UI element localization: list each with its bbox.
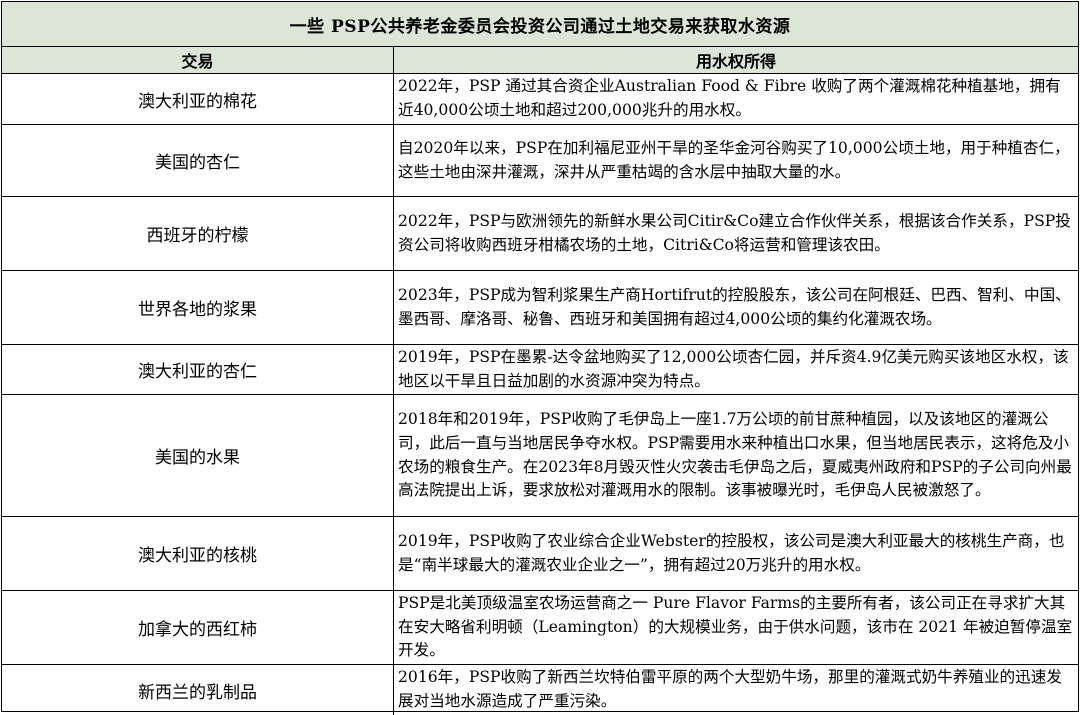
deal-cell: 美国的杏仁 [2, 125, 394, 196]
header-water-rights: 用水权所得 [695, 52, 776, 71]
table-row: 西班牙的柠檬 2022年，PSP与欧洲领先的新鲜水果公司Citir&Co建立合作… [2, 197, 1078, 271]
water-rights-cell: 自2020年以来，PSP在加利福尼亚州干旱的圣华金河谷购买了10,000公顷土地… [398, 138, 1070, 181]
deal-cell: 加拿大的西红柿 [2, 591, 394, 664]
table-row: 世界各地的浆果 2023年，PSP成为智利浆果生产商Hortifrut的控股股东… [2, 271, 1078, 345]
table-row: 加拿大的西红柿 PSP是北美顶级温室农场运营商之一 Pure Flavor Fa… [2, 591, 1078, 665]
table-row: 澳大利亚的核桃 2019年，PSP收购了农业综合企业Webster的控股权，该公… [2, 517, 1078, 591]
table-row: 美国的水果 2018年和2019年，PSP收购了毛伊岛上一座1.7万公顷的前甘蔗… [2, 395, 1078, 517]
water-rights-cell: 2019年，PSP收购了农业综合企业Webster的控股权，该公司是澳大利亚最大… [398, 531, 1065, 574]
water-rights-cell: 2018年和2019年，PSP收购了毛伊岛上一座1.7万公顷的前甘蔗种植园，以及… [398, 410, 1072, 500]
water-rights-cell: 2019年，PSP在墨累-达令盆地购买了12,000公顷杏仁园，并斥资4.9亿美… [398, 347, 1069, 390]
deal-cell: 西班牙的柠檬 [2, 197, 394, 270]
deal-cell: 澳大利亚的棉花 [2, 74, 394, 124]
water-rights-cell: 2016年，PSP收购了新西兰坎特伯雷平原的两个大型奶牛场，那里的灌溉式奶牛养殖… [398, 668, 1062, 710]
table-header: 交易 用水权所得 [2, 47, 1078, 74]
deal-cell: 美国的水果 [2, 395, 394, 516]
water-rights-cell: PSP是北美顶级温室农场运营商之一 Pure Flavor Farms的主要所有… [398, 594, 1073, 660]
table-row: 新西兰的乳制品 2016年，PSP收购了新西兰坎特伯雷平原的两个大型奶牛场，那里… [2, 665, 1078, 715]
table-title: 一些 PSP公共养老金委员会投资公司通过土地交易来获取水资源 [2, 2, 1078, 47]
water-deals-table: 一些 PSP公共养老金委员会投资公司通过土地交易来获取水资源 交易 用水权所得 … [1, 1, 1079, 715]
deal-cell: 澳大利亚的杏仁 [2, 345, 394, 394]
deal-cell: 世界各地的浆果 [2, 271, 394, 344]
table-row: 澳大利亚的杏仁 2019年，PSP在墨累-达令盆地购买了12,000公顷杏仁园，… [2, 345, 1078, 395]
water-rights-cell: 2022年，PSP 通过其合资企业Australian Food & Fibre… [398, 77, 1061, 119]
water-rights-cell: 2022年，PSP与欧洲领先的新鲜水果公司Citir&Co建立合作伙伴关系，根据… [398, 211, 1071, 254]
deal-cell: 澳大利亚的核桃 [2, 517, 394, 590]
deal-cell: 新西兰的乳制品 [2, 665, 394, 715]
table-row: 美国的杏仁 自2020年以来，PSP在加利福尼亚州干旱的圣华金河谷购买了10,0… [2, 125, 1078, 197]
table-row: 澳大利亚的棉花 2022年，PSP 通过其合资企业Australian Food… [2, 74, 1078, 125]
header-deal: 交易 [2, 47, 394, 73]
water-rights-cell: 2023年，PSP成为智利浆果生产商Hortifrut的控股股东，该公司在阿根廷… [398, 285, 1071, 328]
